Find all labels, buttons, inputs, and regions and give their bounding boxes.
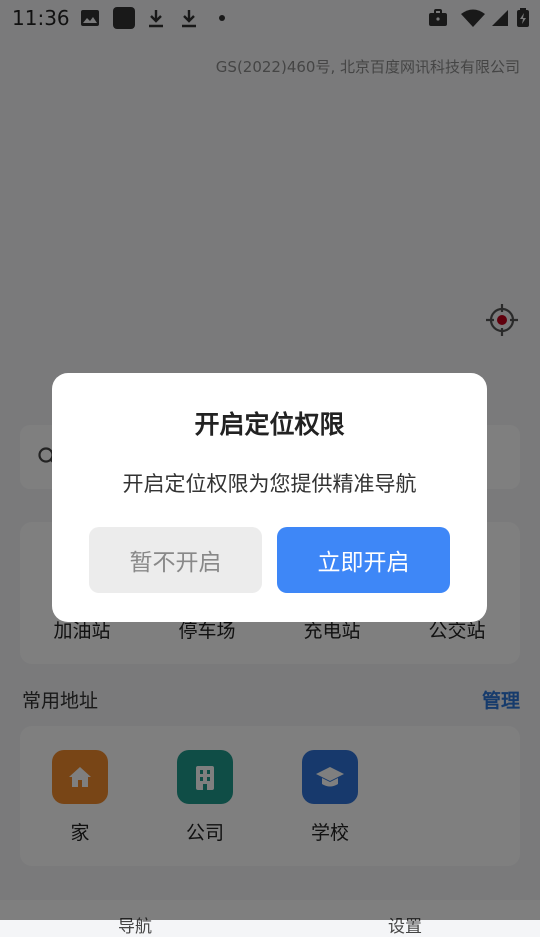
dialog-title: 开启定位权限 <box>194 410 345 439</box>
enable-now-button[interactable]: 立即开启 <box>277 527 450 593</box>
not-now-button[interactable]: 暂不开启 <box>89 527 262 593</box>
location-permission-dialog: 开启定位权限 开启定位权限为您提供精准导航 暂不开启 立即开启 <box>52 373 487 622</box>
dialog-message: 开启定位权限为您提供精准导航 <box>122 472 417 496</box>
